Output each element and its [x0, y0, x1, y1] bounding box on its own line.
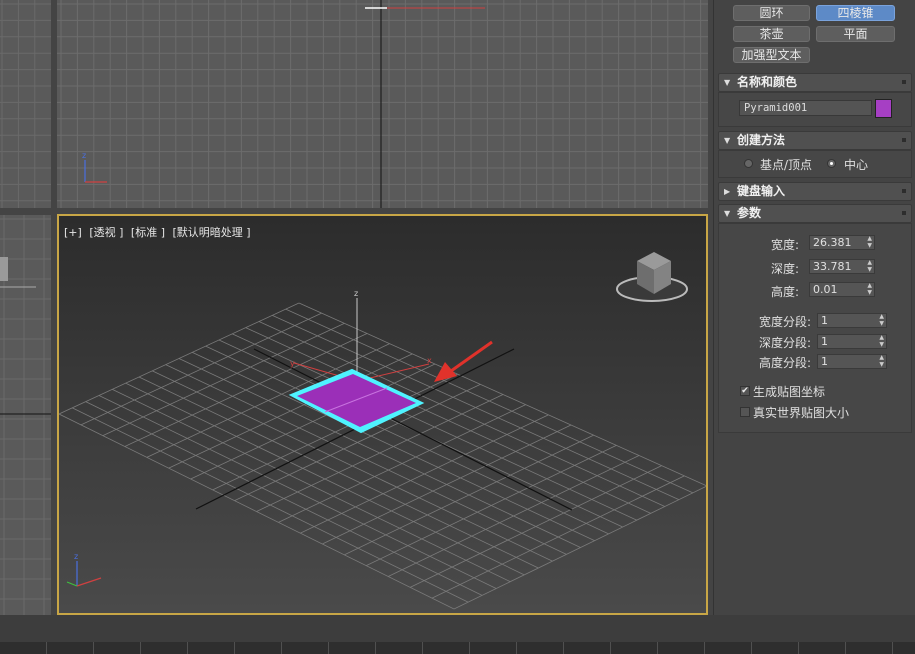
grip-icon	[902, 211, 906, 215]
spinner-arrows-icon[interactable]: ▲ ▼	[867, 235, 872, 249]
width-segs-spinner[interactable]: 1 ▲ ▼	[817, 313, 887, 328]
svg-text:z: z	[74, 552, 78, 561]
viewport-grid: z	[57, 0, 708, 208]
viewport-menu-plus[interactable]: [+]	[64, 226, 82, 239]
grip-icon	[902, 138, 906, 142]
radio-center[interactable]	[827, 159, 836, 168]
teapot-button[interactable]: 茶壶	[733, 26, 810, 42]
spinner-arrows-icon[interactable]: ▲ ▼	[879, 354, 884, 368]
rollout-title: 名称和颜色	[737, 75, 798, 89]
height-value: 0.01	[813, 283, 838, 296]
width-label: 宽度:	[770, 238, 799, 252]
timeline-ruler[interactable]	[0, 642, 915, 654]
width-segs-label: 宽度分段:	[758, 315, 811, 329]
depth-segs-spinner[interactable]: 1 ▲ ▼	[817, 334, 887, 349]
width-value: 26.381	[813, 236, 852, 249]
axis-tripod-icon: z	[82, 151, 107, 183]
viewport-grid	[0, 0, 51, 208]
viewport-perspective[interactable]: z y x z [+] [透视 ] [标准 ] [默认明暗处理]	[57, 214, 708, 615]
spinner-arrows-icon[interactable]: ▲ ▼	[867, 259, 872, 273]
depth-segs-value: 1	[821, 335, 828, 348]
height-segs-value: 1	[821, 355, 828, 368]
grip-icon	[902, 189, 906, 193]
depth-segs-label: 深度分段:	[758, 336, 811, 350]
svg-text:z: z	[354, 289, 358, 298]
viewcube-icon[interactable]	[616, 252, 688, 302]
pyramid-object[interactable]	[297, 374, 416, 427]
grip-icon	[902, 80, 906, 84]
expand-arrow-icon: ▶	[724, 187, 731, 196]
viewport-menu-shading[interactable]: [标准 ]	[131, 226, 165, 239]
spinner-arrows-icon[interactable]: ▲ ▼	[867, 282, 872, 296]
viewport-left-top[interactable]	[0, 0, 51, 208]
rollout-title: 键盘输入	[737, 184, 786, 198]
object-name-field[interactable]: Pyramid001	[739, 100, 872, 116]
real-world-checkbox[interactable]	[740, 407, 750, 417]
gen-mapping-checkbox[interactable]: ✔	[740, 386, 750, 396]
depth-spinner[interactable]: 33.781 ▲ ▼	[809, 259, 875, 274]
object-preview	[0, 257, 8, 281]
rollout-body: 基点/顶点 中心	[718, 150, 912, 178]
rollout-body: Pyramid001	[718, 92, 912, 127]
rollout-body: 宽度: 26.381 ▲ ▼ 深度: 33.781 ▲ ▼ 高度: 0.01 ▲ ▼ …	[718, 223, 912, 433]
rollout-name-color[interactable]: ▼ 名称和颜色	[718, 73, 912, 92]
spinner-arrows-icon[interactable]: ▲ ▼	[879, 334, 884, 348]
viewport-menu-lighting[interactable]: [默认明暗处理 ]	[173, 226, 251, 239]
height-label: 高度:	[770, 285, 799, 299]
viewport-left-bottom[interactable]	[0, 215, 51, 615]
viewport-menu-view[interactable]: [透视 ]	[89, 226, 123, 239]
rollout-keyboard-entry[interactable]: ▶ 键盘输入	[718, 182, 912, 201]
command-panel: 圆环 四棱锥 茶壶 平面 加强型文本 ▼ 名称和颜色 Pyramid001 ▼ …	[713, 0, 915, 615]
annotation-arrow	[434, 340, 493, 382]
text-plus-button[interactable]: 加强型文本	[733, 47, 810, 63]
radio-label-base-apex: 基点/顶点	[760, 158, 813, 172]
viewport-grid	[0, 215, 51, 615]
viewport-label[interactable]: [+] [透视 ] [标准 ] [默认明暗处理 ]	[64, 224, 255, 240]
object-color-swatch[interactable]	[875, 99, 892, 118]
svg-text:y: y	[290, 359, 295, 368]
real-world-label: 真实世界贴图大小	[753, 406, 850, 420]
width-segs-value: 1	[821, 314, 828, 327]
perspective-scene: z y x z	[59, 252, 706, 610]
axis-tripod-icon: z	[66, 552, 102, 587]
radio-label-center: 中心	[844, 158, 869, 172]
pyramid-button[interactable]: 四棱锥	[816, 5, 895, 21]
collapse-arrow-icon: ▼	[724, 209, 731, 218]
gen-mapping-label: 生成贴图坐标	[753, 385, 826, 399]
svg-text:z: z	[82, 151, 86, 160]
transform-gizmo-icon: z y x	[290, 289, 432, 382]
collapse-arrow-icon: ▼	[724, 78, 731, 87]
rollout-creation-method[interactable]: ▼ 创建方法	[718, 131, 912, 150]
height-segs-label: 高度分段:	[758, 356, 811, 370]
plane-button[interactable]: 平面	[816, 26, 895, 42]
height-segs-spinner[interactable]: 1 ▲ ▼	[817, 354, 887, 369]
torus-button[interactable]: 圆环	[733, 5, 810, 21]
radio-base-apex[interactable]	[744, 159, 753, 168]
depth-label: 深度:	[770, 262, 799, 276]
depth-value: 33.781	[813, 260, 852, 273]
svg-text:x: x	[427, 356, 432, 365]
spinner-arrows-icon[interactable]: ▲ ▼	[879, 313, 884, 327]
collapse-arrow-icon: ▼	[724, 136, 731, 145]
viewport-top[interactable]: z	[57, 0, 708, 208]
rollout-title: 创建方法	[737, 133, 786, 147]
height-spinner[interactable]: 0.01 ▲ ▼	[809, 282, 875, 297]
rollout-title: 参数	[737, 206, 762, 220]
width-spinner[interactable]: 26.381 ▲ ▼	[809, 235, 875, 250]
rollout-parameters[interactable]: ▼ 参数	[718, 204, 912, 223]
